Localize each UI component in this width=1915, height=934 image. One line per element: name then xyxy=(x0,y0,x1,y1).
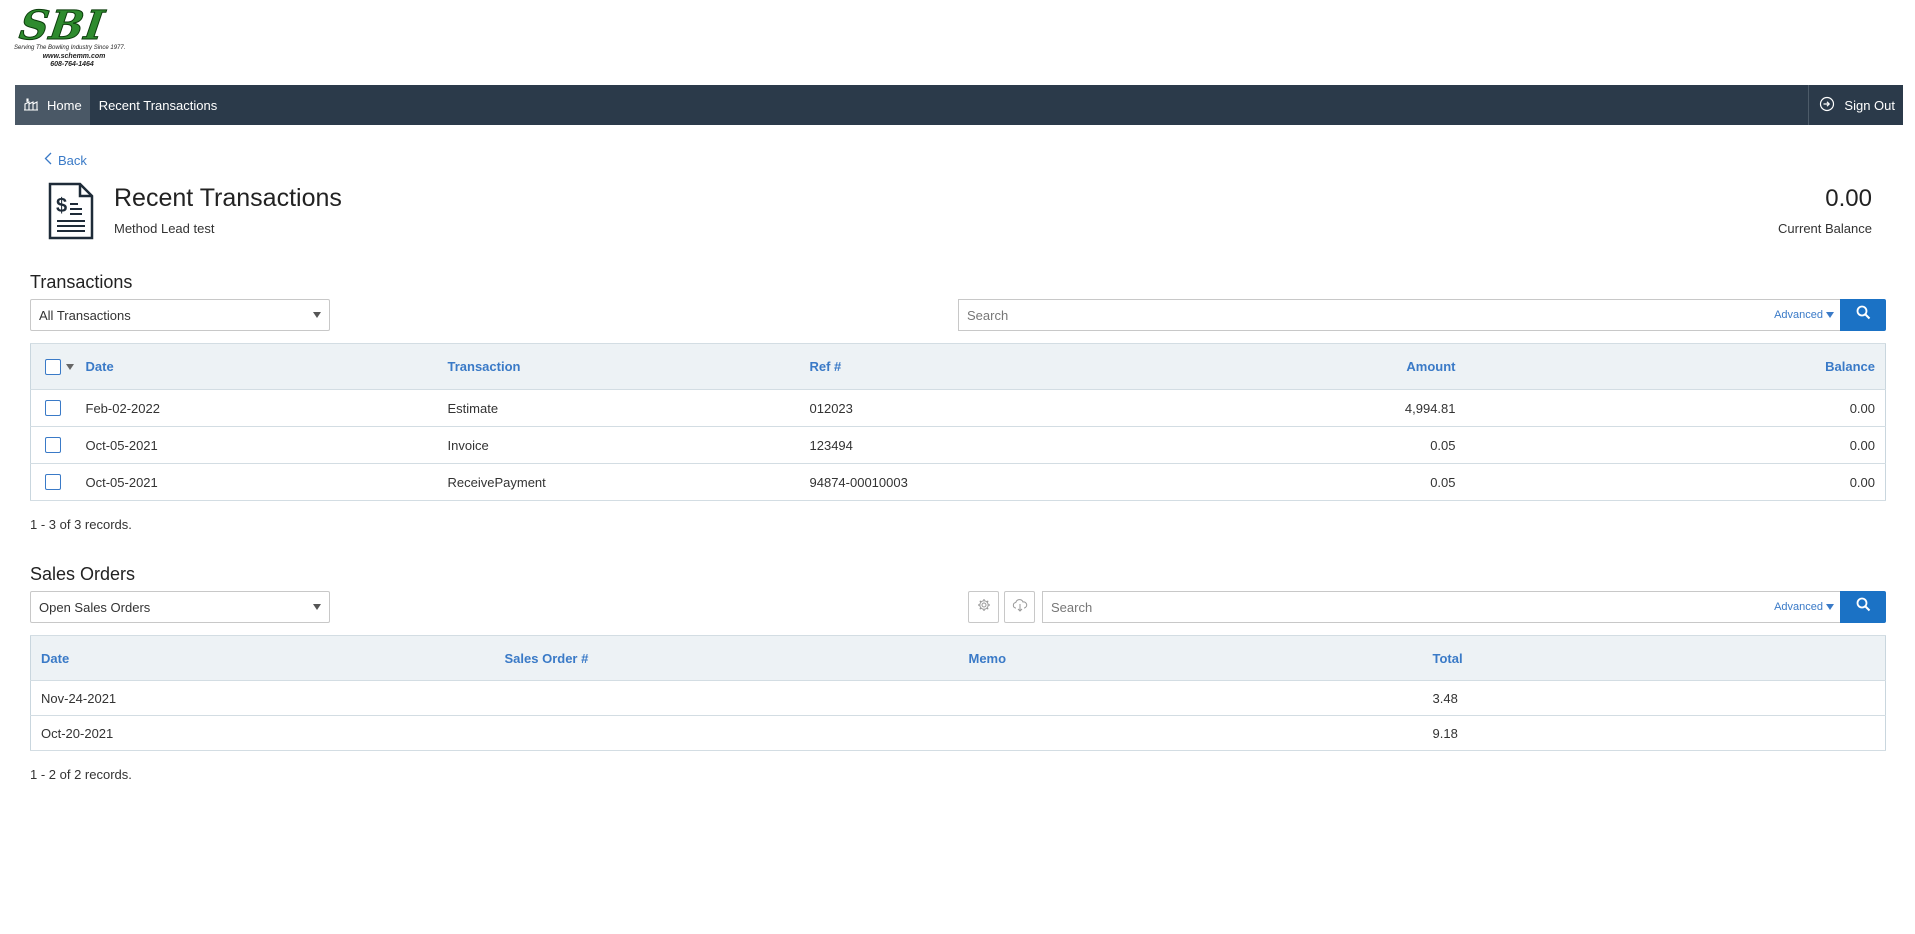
transactions-header-row: Date Transaction Ref # Amount Balance xyxy=(30,343,1886,390)
transaction-date: Oct-05-2021 xyxy=(85,426,448,464)
advanced-caret-icon xyxy=(1826,604,1834,610)
sales-order-date: Nov-24-2021 xyxy=(30,680,495,716)
logo-wordmark: SBI xyxy=(16,2,108,50)
search-icon xyxy=(1856,597,1871,617)
download-button[interactable] xyxy=(1004,591,1035,623)
sign-out-button[interactable]: Sign Out xyxy=(1808,85,1903,125)
advanced-label: Advanced xyxy=(1774,309,1823,321)
page-subtitle: Method Lead test xyxy=(114,221,215,236)
transaction-ref: 94874-00010003 xyxy=(809,463,1060,501)
transaction-amount: 4,994.81 xyxy=(1059,389,1456,427)
transaction-balance: 0.00 xyxy=(1455,426,1886,464)
transaction-type: Estimate xyxy=(447,389,810,427)
sign-out-icon xyxy=(1819,96,1835,115)
select-options-caret-icon[interactable] xyxy=(66,363,74,370)
column-header-total[interactable]: Total xyxy=(1422,635,1886,681)
transaction-date: Oct-05-2021 xyxy=(85,463,448,501)
sales-order-row[interactable]: Nov-24-2021 3.48 xyxy=(30,680,1886,716)
svg-text:$: $ xyxy=(56,195,67,217)
column-header-date[interactable]: Date xyxy=(85,343,448,390)
transaction-amount: 0.05 xyxy=(1059,463,1456,501)
current-balance-label: Current Balance xyxy=(1778,221,1872,236)
top-navbar: Home Recent Transactions Sign Out xyxy=(15,85,1903,125)
transaction-ref: 012023 xyxy=(809,389,1060,427)
logo-url: www.schemm.com xyxy=(42,53,106,60)
back-link[interactable]: Back xyxy=(44,152,87,168)
home-icon xyxy=(23,97,39,114)
settings-button[interactable] xyxy=(968,591,999,623)
caret-down-icon xyxy=(313,604,321,610)
column-header-amount[interactable]: Amount xyxy=(1059,343,1456,390)
sales-order-total: 9.18 xyxy=(1422,715,1886,751)
sales-order-memo xyxy=(958,715,1423,751)
transactions-filter-value: All Transactions xyxy=(39,307,131,323)
transaction-type: Invoice xyxy=(447,426,810,464)
transaction-type: ReceivePayment xyxy=(447,463,810,501)
transactions-search-button[interactable] xyxy=(1840,299,1886,331)
row-checkbox[interactable] xyxy=(45,474,61,491)
transaction-row[interactable]: Oct-05-2021 Invoice 123494 0.05 0.00 xyxy=(30,426,1886,464)
sales-order-total: 3.48 xyxy=(1422,680,1886,716)
sales-orders-search-input[interactable] xyxy=(1043,599,1775,615)
row-checkbox[interactable] xyxy=(45,437,61,454)
column-header-balance[interactable]: Balance xyxy=(1455,343,1886,390)
company-logo: SBI Serving The Bowling Industry Since 1… xyxy=(14,2,150,74)
transactions-advanced-toggle[interactable]: Advanced xyxy=(1774,309,1840,321)
logo-phone: 608-764-1464 xyxy=(50,61,94,68)
home-nav-button[interactable]: Home xyxy=(15,85,90,125)
column-header-sales-order[interactable]: Sales Order # xyxy=(494,635,959,681)
transaction-balance: 0.00 xyxy=(1455,389,1886,427)
transaction-date: Feb-02-2022 xyxy=(85,389,448,427)
row-checkbox[interactable] xyxy=(45,400,61,417)
sales-order-memo xyxy=(958,680,1423,716)
transactions-table: Date Transaction Ref # Amount Balance Fe… xyxy=(30,343,1886,501)
page-title: Recent Transactions xyxy=(114,184,342,212)
back-label: Back xyxy=(58,152,87,168)
transaction-amount: 0.05 xyxy=(1059,426,1456,464)
sales-orders-search-box: Advanced xyxy=(1042,591,1840,623)
chevron-left-icon xyxy=(44,152,52,168)
transaction-balance: 0.00 xyxy=(1455,463,1886,501)
sales-orders-header-row: Date Sales Order # Memo Total xyxy=(30,635,1886,681)
select-all-checkbox[interactable] xyxy=(45,358,61,375)
transactions-filter-select[interactable]: All Transactions xyxy=(30,299,330,331)
column-header-date[interactable]: Date xyxy=(30,635,495,681)
sales-orders-records-count: 1 - 2 of 2 records. xyxy=(30,767,132,782)
nav-breadcrumb-current[interactable]: Recent Transactions xyxy=(90,98,218,113)
caret-down-icon xyxy=(313,312,321,318)
transactions-search-box: Advanced xyxy=(958,299,1840,331)
sales-orders-table: Date Sales Order # Memo Total Nov-24-202… xyxy=(30,635,1886,751)
sales-orders-section-title: Sales Orders xyxy=(30,564,136,584)
search-icon xyxy=(1856,305,1871,325)
transactions-section-title: Transactions xyxy=(30,272,133,292)
advanced-caret-icon xyxy=(1826,312,1834,318)
transactions-search-input[interactable] xyxy=(959,307,1775,323)
transaction-row[interactable]: Oct-05-2021 ReceivePayment 94874-0001000… xyxy=(30,463,1886,501)
sales-orders-advanced-toggle[interactable]: Advanced xyxy=(1774,601,1840,613)
column-header-transaction[interactable]: Transaction xyxy=(447,343,810,390)
current-balance-value: 0.00 xyxy=(1825,185,1872,212)
sales-order-row[interactable]: Oct-20-2021 9.18 xyxy=(30,715,1886,751)
sales-orders-filter-value: Open Sales Orders xyxy=(39,599,151,615)
transaction-ref: 123494 xyxy=(809,426,1060,464)
transactions-records-count: 1 - 3 of 3 records. xyxy=(30,517,132,532)
advanced-label: Advanced xyxy=(1774,601,1823,613)
sign-out-label: Sign Out xyxy=(1844,97,1895,113)
sales-order-number xyxy=(494,715,959,751)
sales-orders-filter-select[interactable]: Open Sales Orders xyxy=(30,591,330,623)
invoice-document-icon: $ xyxy=(48,182,94,245)
gear-icon xyxy=(977,598,991,617)
sales-order-date: Oct-20-2021 xyxy=(30,715,495,751)
transaction-row[interactable]: Feb-02-2022 Estimate 012023 4,994.81 0.0… xyxy=(30,389,1886,427)
home-nav-label: Home xyxy=(47,97,82,113)
select-all-cell xyxy=(30,343,86,390)
column-header-memo[interactable]: Memo xyxy=(958,635,1423,681)
column-header-ref[interactable]: Ref # xyxy=(809,343,1060,390)
cloud-download-icon xyxy=(1012,598,1028,617)
sales-orders-search-button[interactable] xyxy=(1840,591,1886,623)
sales-order-number xyxy=(494,680,959,716)
